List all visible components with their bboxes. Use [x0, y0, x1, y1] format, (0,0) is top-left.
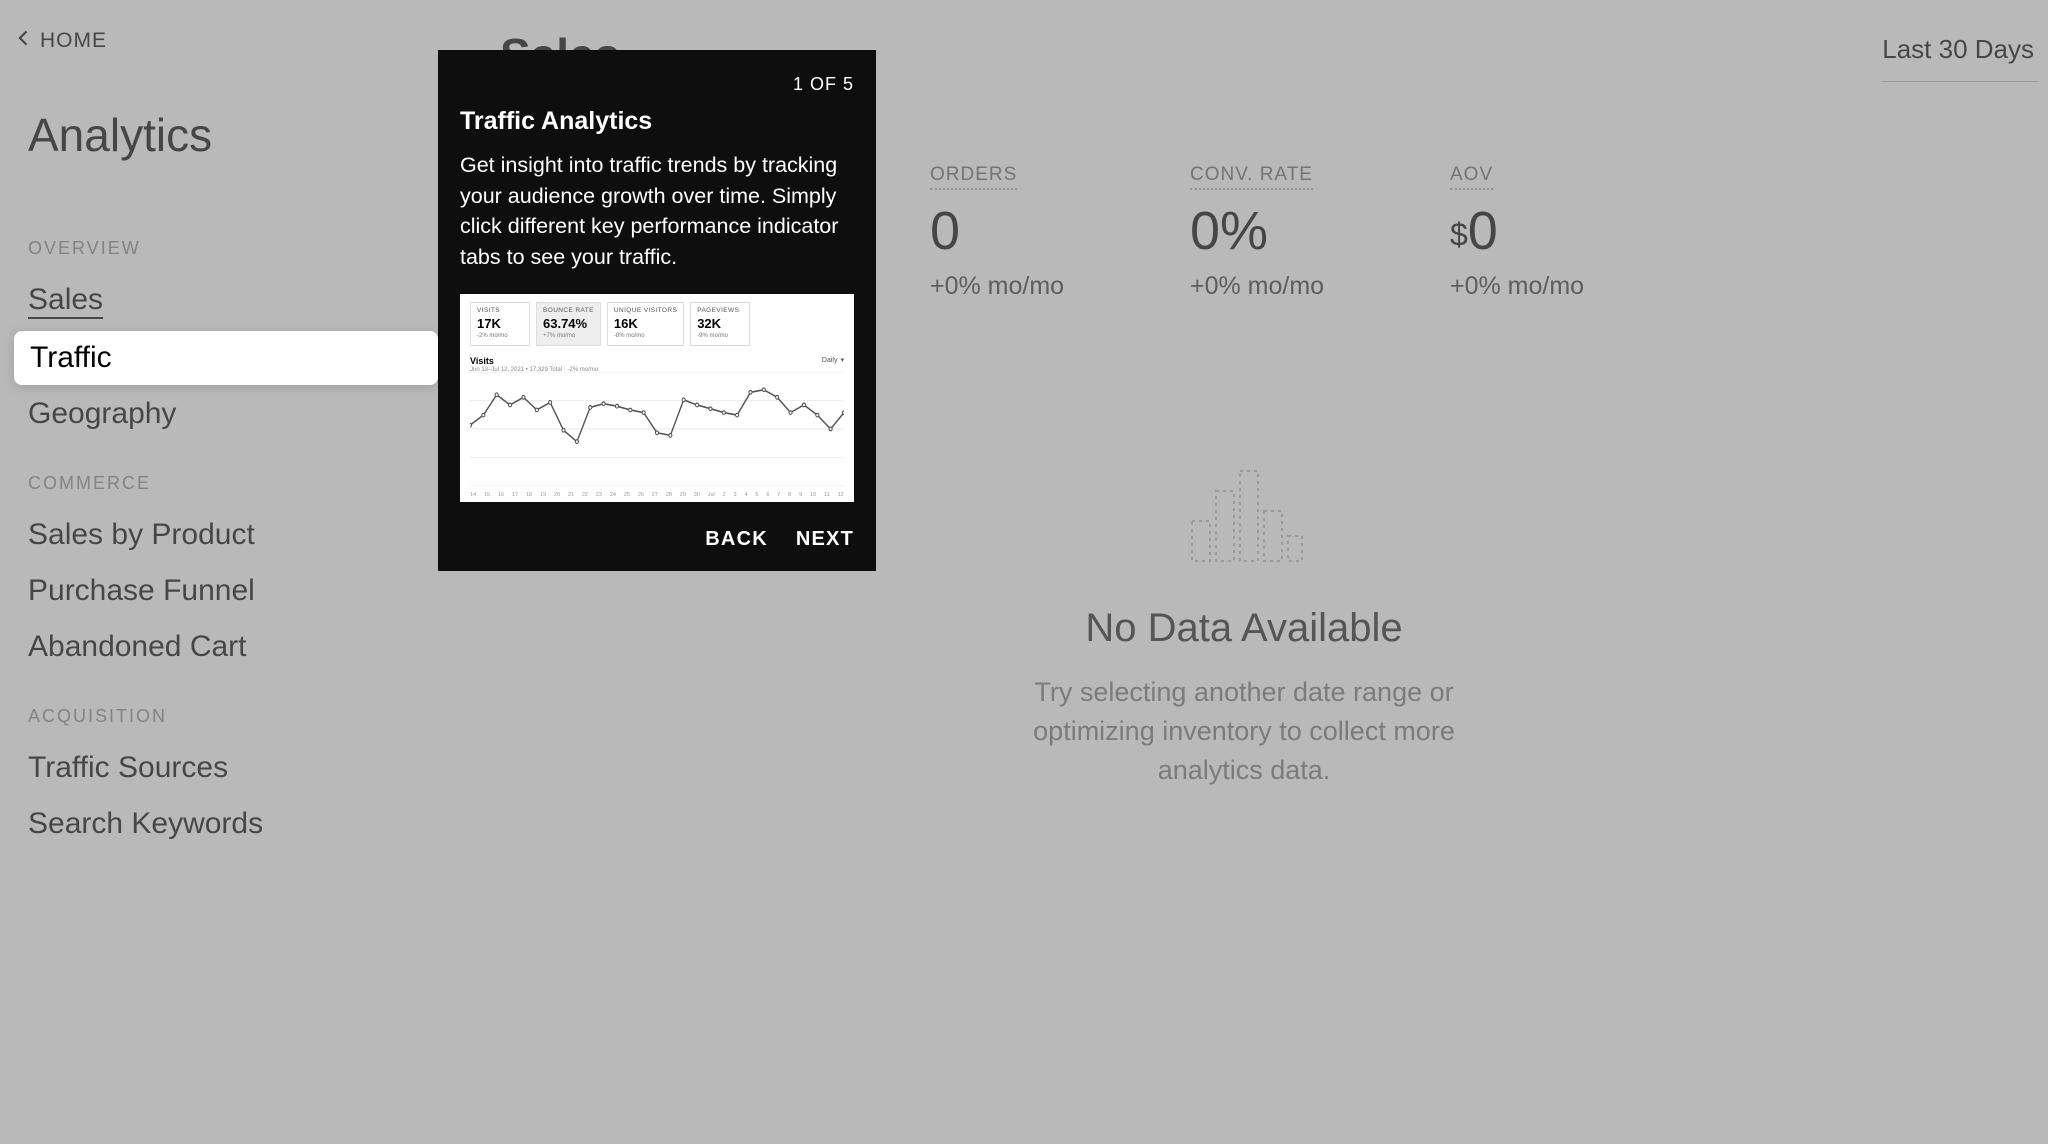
tab-value: 17K: [477, 316, 523, 331]
chart-x-axis: 1415161718192021222324252627282930Jul234…: [470, 492, 844, 498]
tab-value: 16K: [614, 316, 677, 331]
tab-label: PAGEVIEWS: [697, 307, 743, 314]
tab-sub: -9% mo/mo: [697, 333, 743, 339]
modal-actions: BACK NEXT: [460, 528, 854, 551]
chart-tab-unique-visitors[interactable]: UNIQUE VISITORS 16K -8% mo/mo: [607, 302, 684, 346]
chart-tabs: VISITS 17K -2% mo/mo BOUNCE RATE 63.74% …: [470, 302, 844, 346]
modal-title: Traffic Analytics: [460, 107, 854, 136]
tab-label: VISITS: [477, 307, 523, 314]
chart-plot: [470, 372, 844, 486]
chart-tab-pageviews[interactable]: PAGEVIEWS 32K -9% mo/mo: [690, 302, 750, 346]
modal-scrim[interactable]: [0, 0, 2048, 1144]
tab-value: 32K: [697, 316, 743, 331]
dropdown-label: Daily: [822, 357, 838, 364]
tab-label: UNIQUE VISITORS: [614, 307, 677, 314]
tab-value: 63.74%: [543, 316, 594, 331]
tab-sub: -8% mo/mo: [614, 333, 677, 339]
sidebar-item-traffic[interactable]: Traffic: [14, 331, 438, 385]
back-button[interactable]: BACK: [705, 528, 768, 551]
tab-label: BOUNCE RATE: [543, 307, 594, 314]
tab-sub: -2% mo/mo: [477, 333, 523, 339]
modal-body: Get insight into traffic trends by track…: [460, 150, 854, 272]
chart-tab-visits[interactable]: VISITS 17K -2% mo/mo: [470, 302, 530, 346]
chevron-down-icon: ▾: [840, 356, 844, 364]
modal-chart-preview: VISITS 17K -2% mo/mo BOUNCE RATE 63.74% …: [460, 294, 854, 502]
chart-tab-bounce-rate[interactable]: BOUNCE RATE 63.74% +7% mo/mo: [536, 302, 601, 346]
modal-step-indicator: 1 OF 5: [460, 74, 854, 95]
tab-sub: +7% mo/mo: [543, 333, 594, 339]
chart-granularity-dropdown[interactable]: Daily ▾: [822, 356, 844, 364]
next-button[interactable]: NEXT: [796, 528, 854, 551]
onboarding-modal: 1 OF 5 Traffic Analytics Get insight int…: [438, 50, 876, 571]
chart-title: Visits: [470, 356, 844, 366]
